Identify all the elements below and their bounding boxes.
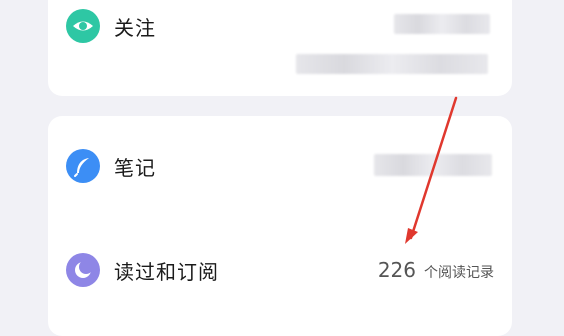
- follow-label: 关注: [114, 15, 156, 40]
- moon-icon: [66, 253, 100, 287]
- read-subscribe-label: 读过和订阅: [114, 259, 219, 284]
- read-subscribe-row[interactable]: 读过和订阅 226 个阅读记录: [48, 242, 512, 298]
- blurred-content: [394, 14, 490, 34]
- blurred-content: [296, 54, 488, 74]
- feather-icon: [66, 149, 100, 183]
- notes-label: 笔记: [114, 155, 156, 180]
- read-count-unit: 个阅读记录: [424, 265, 494, 281]
- read-count: 226 个阅读记录: [378, 258, 494, 282]
- blurred-content: [374, 154, 492, 176]
- follow-card: 关注: [48, 0, 512, 96]
- read-count-number: 226: [377, 258, 416, 282]
- eye-icon: [66, 9, 100, 43]
- library-card: 笔记 读过和订阅 226 个阅读记录: [48, 116, 512, 336]
